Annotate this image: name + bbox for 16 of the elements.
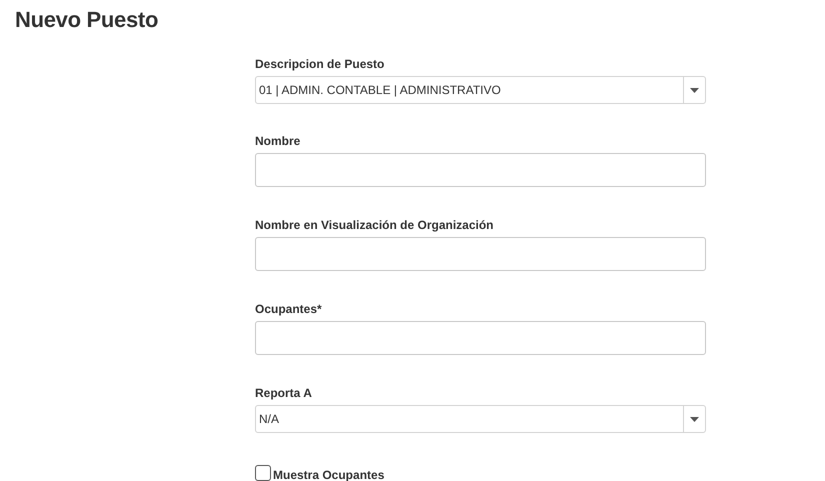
input-field[interactable] — [255, 237, 706, 271]
field-label: Nombre — [255, 133, 302, 149]
field-label: Descripcion de Puesto — [255, 56, 386, 72]
page-title: Nuevo Puesto — [14, 6, 160, 34]
caret-icon — [690, 88, 699, 92]
field-label: Ocupantes* — [255, 301, 323, 317]
input-field[interactable] — [255, 153, 706, 187]
caret-icon — [690, 416, 699, 422]
select-value: 01 | ADMIN. CONTABLE | ADMINISTRATIVO — [258, 82, 502, 99]
select-dropdown[interactable]: N/A — [255, 405, 706, 433]
select-dropdown[interactable]: 01 | ADMIN. CONTABLE | ADMINISTRATIVO — [255, 76, 706, 104]
field-label: Nombre en Visualización de Organización — [255, 217, 495, 233]
select-value: N/A — [258, 411, 280, 428]
input-field[interactable] — [255, 321, 706, 355]
field-label: Reporta A — [255, 385, 313, 401]
checkbox[interactable] — [255, 465, 271, 481]
